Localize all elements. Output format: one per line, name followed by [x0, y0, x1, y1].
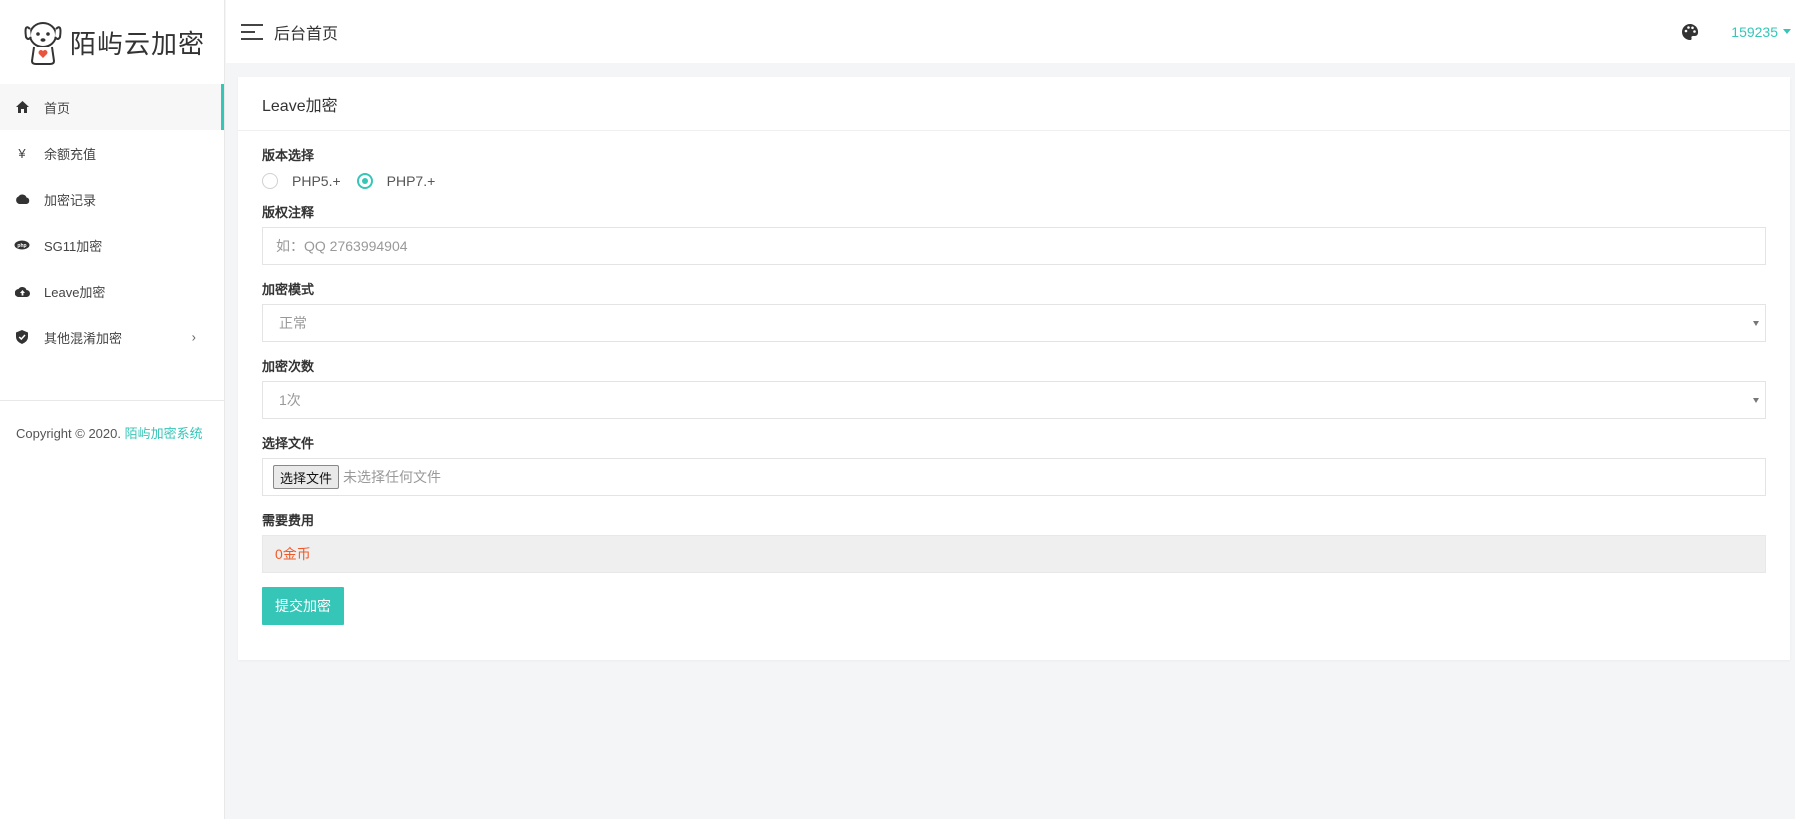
- leave-encrypt-card: Leave加密 版本选择 PHP5.+ PHP7.+ 版权注释 如：QQ 276…: [238, 77, 1790, 660]
- user-dropdown[interactable]: 159235: [1731, 24, 1795, 40]
- top-header: 后台首页 159235: [226, 0, 1795, 63]
- home-icon: [14, 99, 30, 115]
- dog-logo-icon: [24, 22, 62, 65]
- file-status: 未选择任何文件: [343, 469, 442, 485]
- sidebar-item-recharge[interactable]: ¥ 余额充值: [0, 130, 224, 176]
- mode-select[interactable]: 正常: [262, 304, 1766, 342]
- radio-php7[interactable]: [356, 173, 373, 189]
- sidebar-item-home[interactable]: 首页: [0, 84, 224, 130]
- sidebar-item-label: 其他混淆加密: [44, 330, 123, 346]
- copyright-note-input[interactable]: 如：QQ 2763994904: [262, 227, 1766, 265]
- page-title: 后台首页: [274, 25, 339, 43]
- file-input: 选择文件 未选择任何文件: [262, 458, 1766, 496]
- cloud-upload-icon: [14, 283, 30, 299]
- username: 159235: [1731, 23, 1778, 40]
- times-select[interactable]: 1次: [262, 381, 1766, 419]
- times-select-value: 1次: [279, 392, 301, 408]
- sidebar-item-records[interactable]: 加密记录: [0, 176, 224, 222]
- copyright-note-label: 版权注释: [262, 205, 315, 220]
- sidebar-item-label: SG11加密: [44, 238, 103, 254]
- submit-encrypt-button[interactable]: 提交加密: [262, 587, 344, 625]
- caret-down-icon: [1783, 29, 1791, 34]
- radio-php5-label[interactable]: PHP5.+: [292, 173, 341, 189]
- copyright-note-placeholder: 如：QQ 2763994904: [276, 238, 408, 254]
- shield-check-icon: [14, 329, 30, 345]
- version-radio-group: PHP5.+ PHP7.+: [262, 170, 1766, 192]
- mode-label: 加密模式: [262, 282, 315, 297]
- palette-icon[interactable]: [1681, 23, 1699, 41]
- logo[interactable]: 陌屿云加密: [0, 0, 224, 84]
- encrypt-form: 版本选择 PHP5.+ PHP7.+ 版权注释 如：QQ 2763994904 …: [238, 131, 1790, 625]
- sidebar-item-other[interactable]: 其他混淆加密 ›: [0, 314, 224, 360]
- header-right: 159235: [1681, 0, 1795, 63]
- copyright: Copyright © 2020. 陌屿加密系统: [0, 401, 224, 445]
- sidebar-item-label: Leave加密: [44, 284, 106, 300]
- copyright-brand-link[interactable]: 陌屿加密系统: [125, 426, 203, 441]
- sidebar-item-sg11[interactable]: php SG11加密: [0, 222, 224, 268]
- choose-file-button[interactable]: 选择文件: [273, 465, 340, 489]
- caret-down-icon: [1753, 398, 1759, 403]
- sidebar-item-label: 余额充值: [44, 146, 97, 162]
- sidebar-item-label: 首页: [44, 100, 71, 116]
- cloud-icon: [14, 191, 30, 207]
- radio-php5[interactable]: [262, 173, 278, 189]
- sidebar-item-leave[interactable]: Leave加密: [0, 268, 224, 314]
- copyright-text: Copyright © 2020.: [16, 426, 125, 441]
- caret-down-icon: [1753, 321, 1759, 326]
- sidebar-item-label: 加密记录: [44, 192, 97, 208]
- version-label: 版本选择: [262, 148, 315, 163]
- fee-value: 0金币: [275, 546, 311, 562]
- svg-text:php: php: [17, 243, 26, 249]
- times-label: 加密次数: [262, 359, 315, 374]
- hamburger-menu-icon[interactable]: [241, 23, 263, 40]
- fee-label: 需要费用: [262, 513, 315, 528]
- sidebar: 陌屿云加密 首页 ¥ 余额充值 加密记录 php SG11加密 Leave加密 …: [0, 0, 225, 819]
- card-title: Leave加密: [238, 77, 1790, 131]
- sidebar-nav: 首页 ¥ 余额充值 加密记录 php SG11加密 Leave加密 其他混淆加密…: [0, 84, 224, 360]
- yen-icon: ¥: [18, 145, 26, 161]
- fee-display: 0金币: [262, 535, 1766, 573]
- radio-php7-label[interactable]: PHP7.+: [387, 173, 436, 189]
- php-icon: php: [14, 237, 30, 253]
- file-label: 选择文件: [262, 436, 315, 451]
- mode-select-value: 正常: [279, 315, 307, 331]
- logo-text: 陌屿云加密: [70, 29, 206, 60]
- chevron-right-icon: ›: [191, 329, 196, 345]
